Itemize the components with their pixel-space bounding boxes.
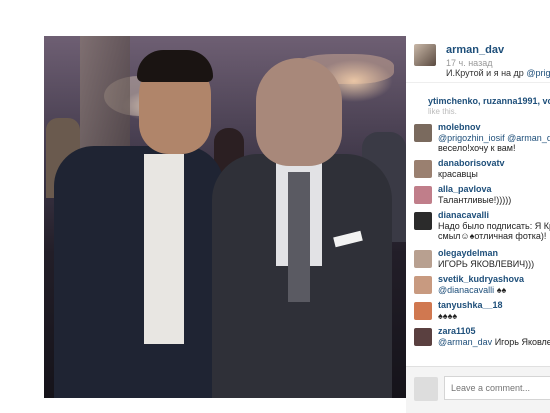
caption-mention[interactable]: @prigozh (526, 68, 550, 78)
comment-body-cont: смыл☺♠отличная фотка)! (438, 231, 547, 241)
user-avatar[interactable] (414, 44, 436, 66)
post-header: arman_dav 17 ч. назад И.Крутой и я на др… (406, 36, 550, 83)
comment-body: ♠♠ (496, 285, 507, 295)
comment-body: Игорь Яковлев (494, 337, 550, 347)
post-username[interactable]: arman_dav (446, 44, 504, 56)
comment-text: @dianacavalli ♠♠ (438, 285, 506, 295)
likes-names[interactable]: ytimchenko, ruzanna1991, vol (428, 96, 550, 106)
comment-mention[interactable]: @dianacavalli (438, 285, 494, 295)
comment-username[interactable]: zara1105 (438, 326, 476, 336)
post-photo[interactable] (44, 36, 406, 398)
commenter-avatar[interactable] (414, 186, 432, 204)
comment-text: Надо было подписать: Я Кру смыл☺♠отлична… (438, 221, 550, 241)
comment-mention[interactable]: @prigozhin_iosif @arman_dav (438, 133, 550, 143)
comment-mention[interactable]: @arman_dav (438, 337, 492, 347)
comment-body: весело!хочу к вам! (438, 143, 516, 153)
commenter-avatar[interactable] (414, 212, 432, 230)
comment-icon (414, 377, 438, 401)
man-left-hair (137, 50, 213, 82)
commenter-avatar[interactable] (414, 160, 432, 178)
man-right-tie (288, 172, 310, 302)
comment-text: @prigozhin_iosif @arman_dav весело!хочу … (438, 133, 550, 153)
comment-username[interactable]: olegaydelman (438, 248, 498, 258)
comment-username[interactable]: molebnov (438, 122, 481, 132)
comment-text: ♠♠♠♠ (438, 311, 458, 321)
man-right-head (256, 58, 342, 166)
comment-body: Надо было подписать: Я Кру (438, 221, 550, 231)
commenter-avatar[interactable] (414, 250, 432, 268)
post-caption: И.Крутой и я на др @prigozh (446, 68, 550, 78)
man-left-body (54, 146, 224, 398)
comment-input[interactable] (444, 376, 550, 400)
comment-text: красавцы (438, 169, 478, 179)
comment-username[interactable]: svetik_kudryashova (438, 274, 524, 284)
comment-username[interactable]: dianacavalli (438, 210, 489, 220)
man-left-shirt (144, 154, 184, 344)
likes-section: ytimchenko, ruzanna1991, vol like this. (406, 94, 550, 116)
caption-text: И.Крутой и я на др (446, 68, 524, 78)
comment-username[interactable]: tanyushka__18 (438, 300, 503, 310)
commenter-avatar[interactable] (414, 328, 432, 346)
commenter-avatar[interactable] (414, 302, 432, 320)
comment-text: ИГОРЬ ЯКОВЛЕВИЧ))) (438, 259, 535, 269)
comment-text: @arman_dav Игорь Яковлев (438, 337, 550, 347)
likes-suffix: like this. (428, 107, 457, 116)
post-time: 17 ч. назад (446, 58, 493, 68)
post-sidebar: arman_dav 17 ч. назад И.Крутой и я на др… (406, 36, 550, 413)
comment-text: Талантливые!))))) (438, 195, 512, 205)
comment-username[interactable]: alla_pavlova (438, 184, 492, 194)
commenter-avatar[interactable] (414, 124, 432, 142)
commenter-avatar[interactable] (414, 276, 432, 294)
comment-bar (406, 366, 550, 413)
comment-username[interactable]: danaborisovatv (438, 158, 505, 168)
